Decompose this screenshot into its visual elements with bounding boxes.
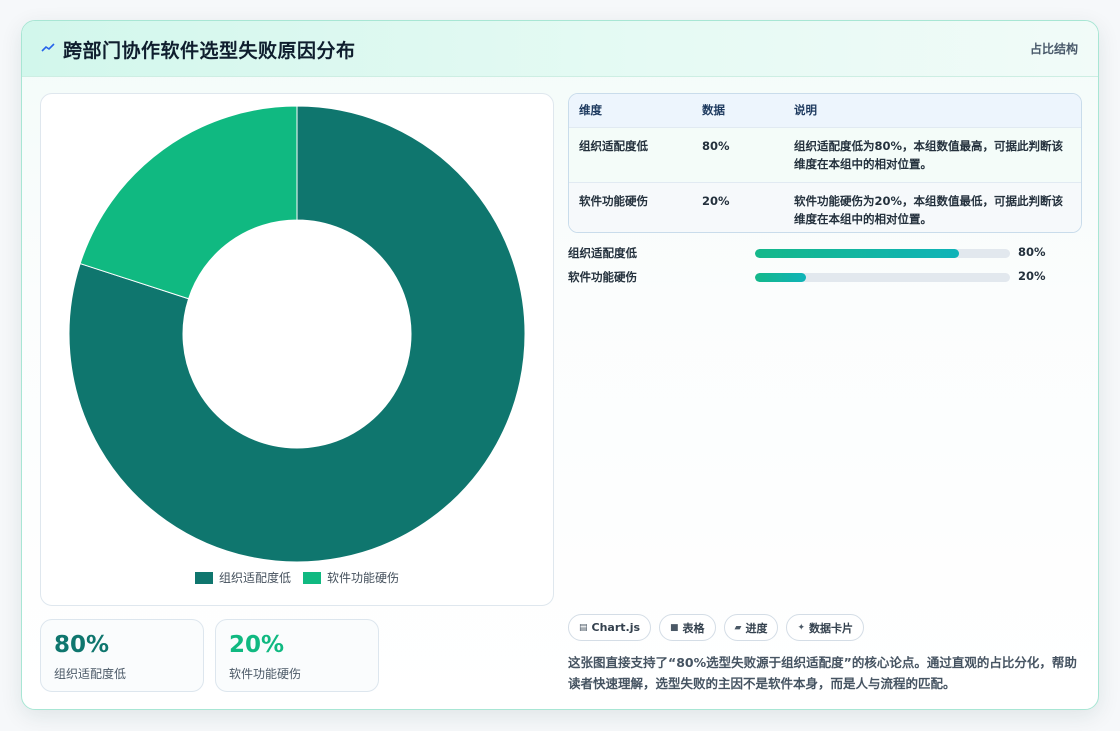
chip-data-card[interactable]: ✦ 数据卡片 bbox=[786, 614, 865, 641]
progress-track-0 bbox=[755, 249, 1010, 258]
chart-legend: 组织适配度低 软件功能硬伤 bbox=[41, 569, 553, 586]
page-title: 跨部门协作软件选型失败原因分布 bbox=[63, 40, 356, 62]
progress-icon: ▰ bbox=[734, 622, 742, 633]
data-table: 维度 数据 说明 组织适配度低 80% 组织适配度低为80%，本组数值最高，可据… bbox=[568, 93, 1082, 233]
summary-text: 这张图直接支持了“80%选型失败源于组织适配度”的核心论点。通过直观的占比分化，… bbox=[568, 655, 1077, 691]
legend-swatch-1 bbox=[303, 571, 321, 584]
progress-value-1: 20% bbox=[1018, 269, 1046, 283]
chip-label: Chart.js bbox=[591, 621, 641, 634]
progress-value-0: 80% bbox=[1018, 245, 1046, 259]
table-cell-value: 80% bbox=[702, 138, 730, 153]
progress-label-1: 软件功能硬伤 bbox=[568, 270, 637, 284]
chip-progress[interactable]: ▰ 进度 bbox=[723, 614, 779, 641]
table-header-data: 数据 bbox=[702, 103, 725, 118]
stat-value-1: 20% bbox=[229, 632, 285, 658]
stat-card-0: 80% 组织适配度低 bbox=[40, 619, 204, 692]
chip-label: 表格 bbox=[682, 621, 705, 635]
trend-icon bbox=[41, 43, 55, 52]
legend-label-0: 组织适配度低 bbox=[218, 571, 291, 585]
progress-row-0: 组织适配度低 80% bbox=[568, 243, 1082, 263]
chip-table[interactable]: ■ 表格 bbox=[659, 614, 716, 641]
progress-row-1: 软件功能硬伤 20% bbox=[568, 267, 1082, 287]
table-row: 软件功能硬伤 20% 软件功能硬伤为20%，本组数值最低，可据此判断该维度在本组… bbox=[569, 182, 1081, 232]
table-cell-dimension: 软件功能硬伤 bbox=[579, 193, 648, 208]
donut-chart bbox=[68, 105, 526, 563]
chip-label: 数据卡片 bbox=[809, 621, 854, 635]
table-cell-dimension: 组织适配度低 bbox=[579, 138, 648, 153]
progress-fill-0 bbox=[755, 249, 959, 258]
stat-label-0: 组织适配度低 bbox=[54, 667, 127, 681]
tech-chips: ▤ Chart.js ■ 表格 ▰ 进度 ✦ 数据卡片 bbox=[568, 614, 865, 641]
legend-item-0[interactable]: 组织适配度低 bbox=[194, 569, 291, 586]
table-icon: ■ bbox=[670, 622, 679, 633]
progress-track-1 bbox=[755, 273, 1010, 282]
stat-label-1: 软件功能硬伤 bbox=[229, 667, 302, 681]
table-row: 组织适配度低 80% 组织适配度低为80%，本组数值最高，可据此判断该维度在本组… bbox=[569, 127, 1081, 182]
table-header-row: 维度 数据 说明 bbox=[569, 94, 1081, 127]
stat-value-0: 80% bbox=[54, 632, 110, 658]
stat-card-1: 20% 软件功能硬伤 bbox=[215, 619, 379, 692]
legend-label-1: 软件功能硬伤 bbox=[327, 571, 400, 585]
progress-label-0: 组织适配度低 bbox=[568, 246, 637, 260]
chip-label: 进度 bbox=[745, 621, 768, 635]
table-cell-note: 组织适配度低为80%，本组数值最高，可据此判断该维度在本组中的相对位置。 bbox=[794, 138, 1064, 171]
table-cell-note: 软件功能硬伤为20%，本组数值最低，可据此判断该维度在本组中的相对位置。 bbox=[794, 193, 1064, 226]
chip-chartjs[interactable]: ▤ Chart.js bbox=[568, 614, 652, 641]
table-header-dimension: 维度 bbox=[579, 103, 602, 118]
donut-slice-1[interactable] bbox=[79, 105, 298, 300]
main-card: 跨部门协作软件选型失败原因分布 占比结构 组织适配度低 软件功能硬伤 80% 组… bbox=[21, 20, 1099, 710]
table-header-note: 说明 bbox=[794, 103, 817, 118]
chart-icon: ▤ bbox=[579, 622, 588, 633]
legend-item-1[interactable]: 软件功能硬伤 bbox=[303, 569, 399, 586]
chart-panel: 组织适配度低 软件功能硬伤 bbox=[40, 93, 554, 606]
legend-swatch-0 bbox=[194, 571, 213, 584]
table-cell-value: 20% bbox=[702, 193, 730, 208]
chart-type-tag: 占比结构 bbox=[1029, 42, 1078, 56]
progress-fill-1 bbox=[755, 273, 806, 282]
sparkle-icon: ✦ bbox=[797, 622, 806, 633]
card-header: 跨部门协作软件选型失败原因分布 占比结构 bbox=[22, 21, 1098, 77]
